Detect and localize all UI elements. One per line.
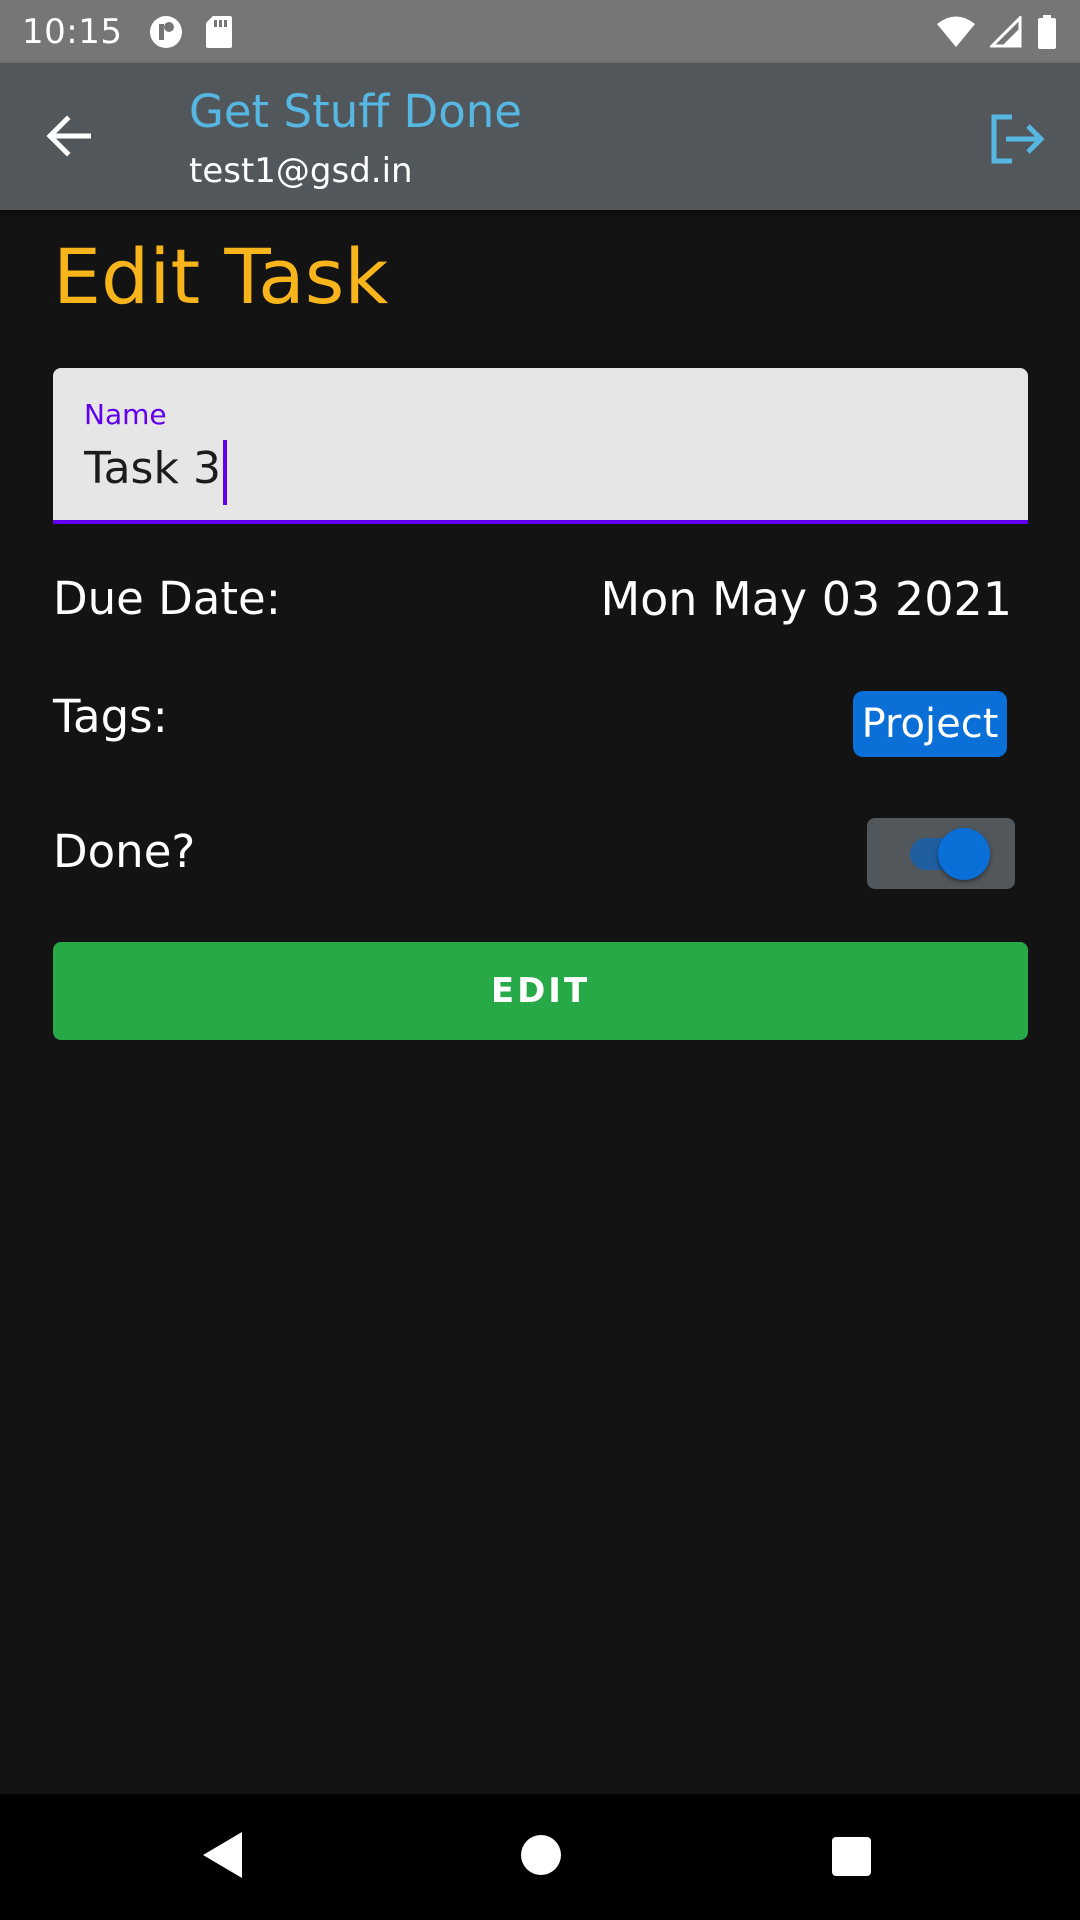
system-nav-bar: [0, 1794, 1080, 1920]
logout-button[interactable]: [986, 107, 1050, 171]
due-date-label: Due Date:: [53, 572, 281, 625]
toggle-thumb: [938, 828, 990, 880]
app-title: Get Stuff Done: [189, 85, 522, 138]
app-bar: Get Stuff Done test1@gsd.in: [0, 63, 1080, 210]
screen: 10:15 Get Stuff Done test1@gsd.in Edit T…: [0, 0, 1080, 1920]
name-field-label: Name: [84, 398, 167, 431]
nav-recents-icon[interactable]: [832, 1837, 871, 1876]
user-email: test1@gsd.in: [189, 151, 413, 191]
status-system-icons: [936, 14, 1058, 50]
text-cursor: [223, 440, 227, 505]
tag-chip-project[interactable]: Project: [853, 691, 1007, 757]
done-label: Done?: [53, 825, 196, 878]
nav-back-icon[interactable]: [200, 1830, 246, 1880]
done-toggle[interactable]: [867, 818, 1015, 889]
arrow-left-icon: [46, 115, 91, 157]
edit-button[interactable]: EDIT: [53, 942, 1028, 1040]
status-time: 10:15: [22, 11, 123, 52]
status-bar: 10:15: [0, 0, 1080, 63]
name-input[interactable]: [84, 436, 984, 500]
status-notification-icons: [148, 14, 234, 50]
wifi-icon: [937, 16, 975, 47]
notification-app-icon: [150, 15, 183, 48]
battery-icon: [1038, 14, 1056, 49]
cell-signal-icon: [990, 15, 1022, 47]
logout-icon: [991, 114, 1045, 164]
tags-label: Tags:: [53, 690, 168, 743]
nav-home-icon[interactable]: [521, 1835, 561, 1875]
name-field[interactable]: Name: [53, 368, 1028, 524]
back-button[interactable]: [40, 108, 96, 164]
sd-card-icon: [206, 15, 233, 48]
due-date-value[interactable]: Mon May 03 2021: [600, 572, 1012, 626]
page-title: Edit Task: [53, 232, 389, 321]
